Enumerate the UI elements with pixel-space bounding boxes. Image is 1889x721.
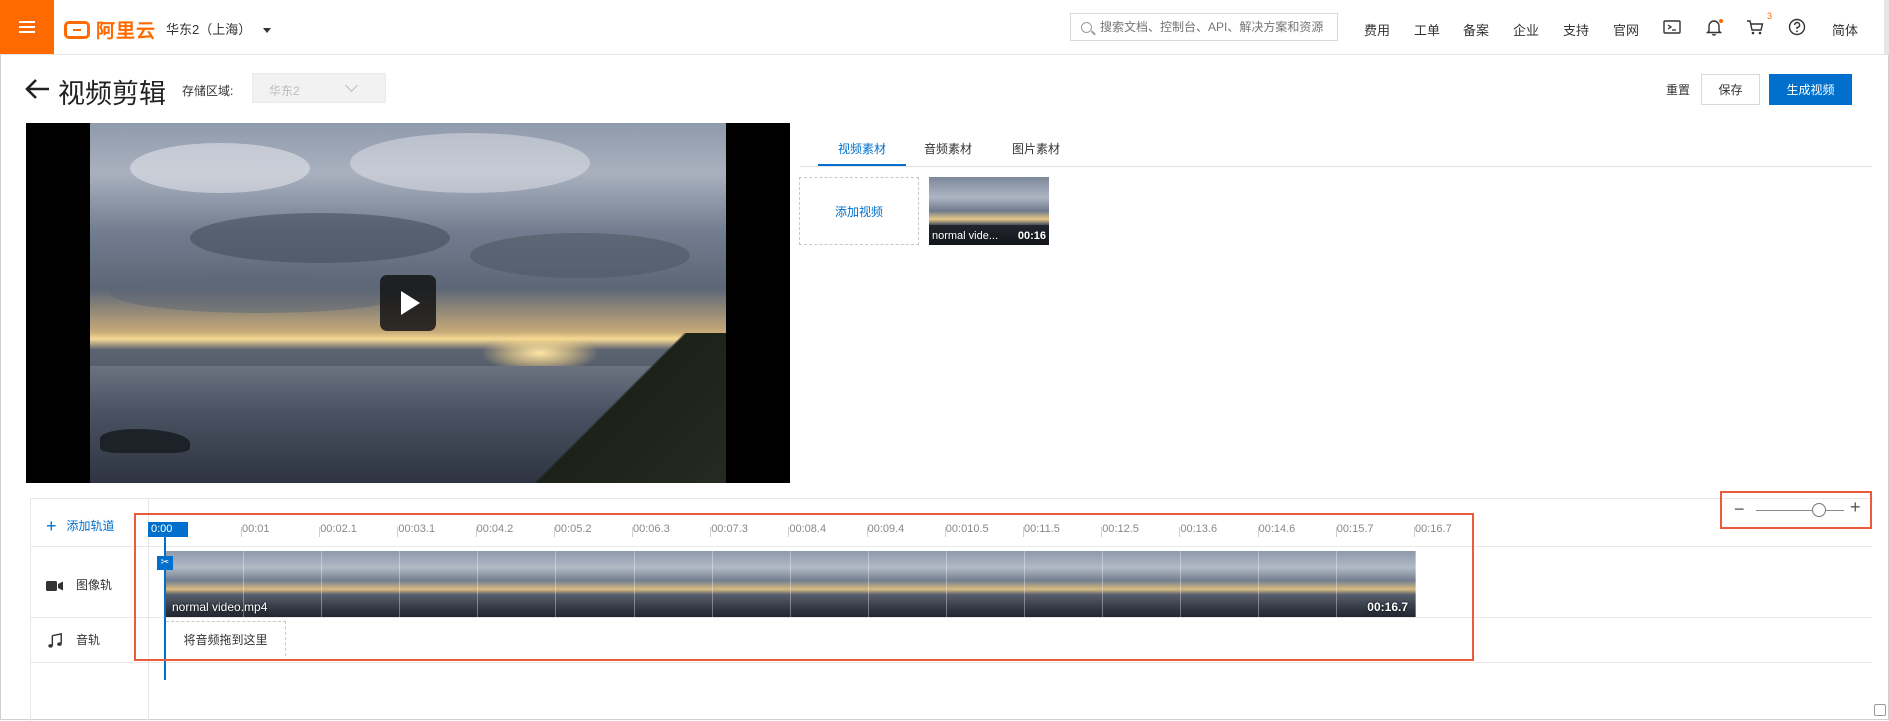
region-label: 华东2（上海） (166, 22, 252, 37)
add-track-label: 添加轨道 (66, 519, 115, 533)
ruler-tick-label: 00:13.6 (1179, 523, 1218, 537)
clip-frame-thumbnail (1259, 551, 1338, 617)
ruler-tick-label: 00:11.5 (1023, 523, 1060, 537)
clip-frame-thumbnail (868, 551, 947, 617)
audio-track-header: 音轨 (46, 631, 100, 649)
ruler-tick-label: 00:06.3 (632, 523, 670, 537)
video-material-thumbnail[interactable]: normal vide... 00:16 (929, 177, 1049, 245)
ruler-tick-label: 00:16.7 (1414, 523, 1452, 537)
storage-region-select[interactable]: 华东2 (252, 73, 386, 103)
track-divider (30, 617, 1872, 618)
audio-drop-zone[interactable]: 将音频拖到这里 (166, 621, 286, 656)
cart-icon[interactable] (1745, 17, 1765, 37)
ruler-tick-label: 00:03.1 (397, 523, 436, 537)
current-time-indicator: 0:00 (148, 522, 188, 537)
window-edge-scrollbar[interactable] (1884, 0, 1889, 54)
nav-billing[interactable]: 费用 (1364, 20, 1390, 39)
clip-frame-thumbnail (1181, 551, 1260, 617)
zoom-in-button[interactable]: + (1850, 497, 1861, 518)
aliyun-logo[interactable]: 阿里云 (64, 16, 156, 43)
terminal-icon[interactable] (1662, 17, 1682, 37)
tab-image-materials[interactable]: 图片素材 (996, 140, 1076, 166)
region-selector[interactable]: 华东2（上海） (166, 19, 271, 38)
nav-tickets[interactable]: 工单 (1414, 20, 1440, 39)
ruler-tick-label: 00:05.2 (553, 523, 592, 537)
clip-duration: 00:16.7 (1367, 600, 1408, 614)
back-arrow-icon[interactable] (24, 78, 50, 100)
caret-down-icon (262, 28, 271, 34)
nav-official-site[interactable]: 官网 (1613, 20, 1639, 39)
image-track-header: 图像轨 (46, 576, 112, 593)
nav-support[interactable]: 支持 (1563, 20, 1589, 39)
ruler-tick-label: 00:12.5 (1101, 523, 1139, 537)
clip-frame-thumbnail (790, 551, 869, 617)
menu-button[interactable] (0, 0, 54, 54)
image-track-label: 图像轨 (76, 578, 113, 592)
clip-frame-thumbnail (400, 551, 479, 617)
aliyun-logo-icon (64, 20, 90, 39)
video-camera-icon (46, 580, 63, 591)
search-icon (1081, 21, 1092, 33)
search-input[interactable] (1098, 19, 1332, 35)
clip-frame-thumbnail (634, 551, 713, 617)
music-note-icon (48, 632, 62, 648)
clip-frame-thumbnail (478, 551, 557, 617)
storage-region-label: 存储区域: (182, 84, 234, 98)
clip-name: normal video.mp4 (172, 600, 268, 614)
ruler-tick-label: 00:08.4 (788, 523, 827, 537)
clip-frame-thumbnail (556, 551, 635, 617)
ruler-tick-label: 00:15.7 (1335, 523, 1374, 537)
zoom-slider-track[interactable] (1756, 510, 1844, 511)
ruler-tick-label: 00:14.6 (1257, 523, 1296, 537)
chevron-down-icon (345, 79, 358, 92)
clip-frame-thumbnail (1025, 551, 1104, 617)
zoom-slider-knob[interactable] (1812, 503, 1827, 517)
page-title: 视频剪辑 (58, 79, 166, 109)
nav-icp[interactable]: 备案 (1463, 20, 1489, 39)
material-duration: 00:16 (1017, 230, 1046, 242)
hamburger-icon (19, 21, 35, 33)
reset-button[interactable]: 重置 (1666, 81, 1690, 98)
clip-frame-thumbnail (322, 551, 401, 617)
audio-track-label: 音轨 (76, 633, 101, 647)
video-player[interactable] (26, 123, 790, 483)
help-icon[interactable] (1787, 17, 1807, 37)
add-track-button[interactable]: + 添加轨道 (46, 516, 115, 537)
ruler-tick-label: 00:02.1 (319, 523, 357, 537)
ruler-tick-label: 00:010.5 (944, 523, 989, 537)
bell-icon[interactable] (1704, 17, 1724, 37)
timeline-zoom-control: − + (1720, 491, 1872, 529)
storage-region-value: 华东2 (269, 84, 300, 98)
generate-video-button[interactable]: 生成视频 (1769, 74, 1852, 105)
zoom-out-button[interactable]: − (1734, 499, 1745, 520)
video-clip[interactable]: normal video.mp4 00:16.7 (166, 551, 1416, 617)
save-button[interactable]: 保存 (1701, 74, 1760, 105)
ruler-tick-label: 00:07.3 (710, 523, 748, 537)
track-divider (30, 662, 1872, 663)
ruler-tick-label: 00:01 (241, 523, 270, 537)
track-divider (30, 546, 1872, 547)
cart-count-badge: 3 (1767, 11, 1773, 21)
play-button[interactable] (380, 275, 436, 331)
nav-enterprise[interactable]: 企业 (1513, 20, 1539, 39)
resize-corner-icon[interactable] (1874, 704, 1886, 716)
logo-text: 阿里云 (96, 21, 157, 42)
material-tabs: 视频素材 音频素材 图片素材 (800, 132, 1872, 167)
material-name: normal vide... (932, 230, 999, 242)
ruler-tick-label: 00:04.2 (475, 523, 514, 537)
add-video-button[interactable]: 添加视频 (799, 177, 919, 245)
top-navigation-bar: 阿里云 华东2（上海） 费用 工单 备案 企业 支持 官网 3 简体 (0, 0, 1889, 55)
global-search[interactable] (1070, 13, 1338, 41)
clip-frame-thumbnail (1103, 551, 1182, 617)
tab-audio-materials[interactable]: 音频素材 (908, 140, 988, 166)
plus-icon: + (46, 516, 57, 536)
tab-video-materials[interactable]: 视频素材 (818, 140, 906, 166)
language-switch[interactable]: 简体 (1832, 20, 1858, 39)
clip-frame-thumbnail (712, 551, 791, 617)
clip-frame-thumbnail (946, 551, 1026, 617)
playhead-handle-icon[interactable]: ✂ (157, 556, 173, 570)
ruler-tick-label: 00:09.4 (866, 523, 905, 537)
